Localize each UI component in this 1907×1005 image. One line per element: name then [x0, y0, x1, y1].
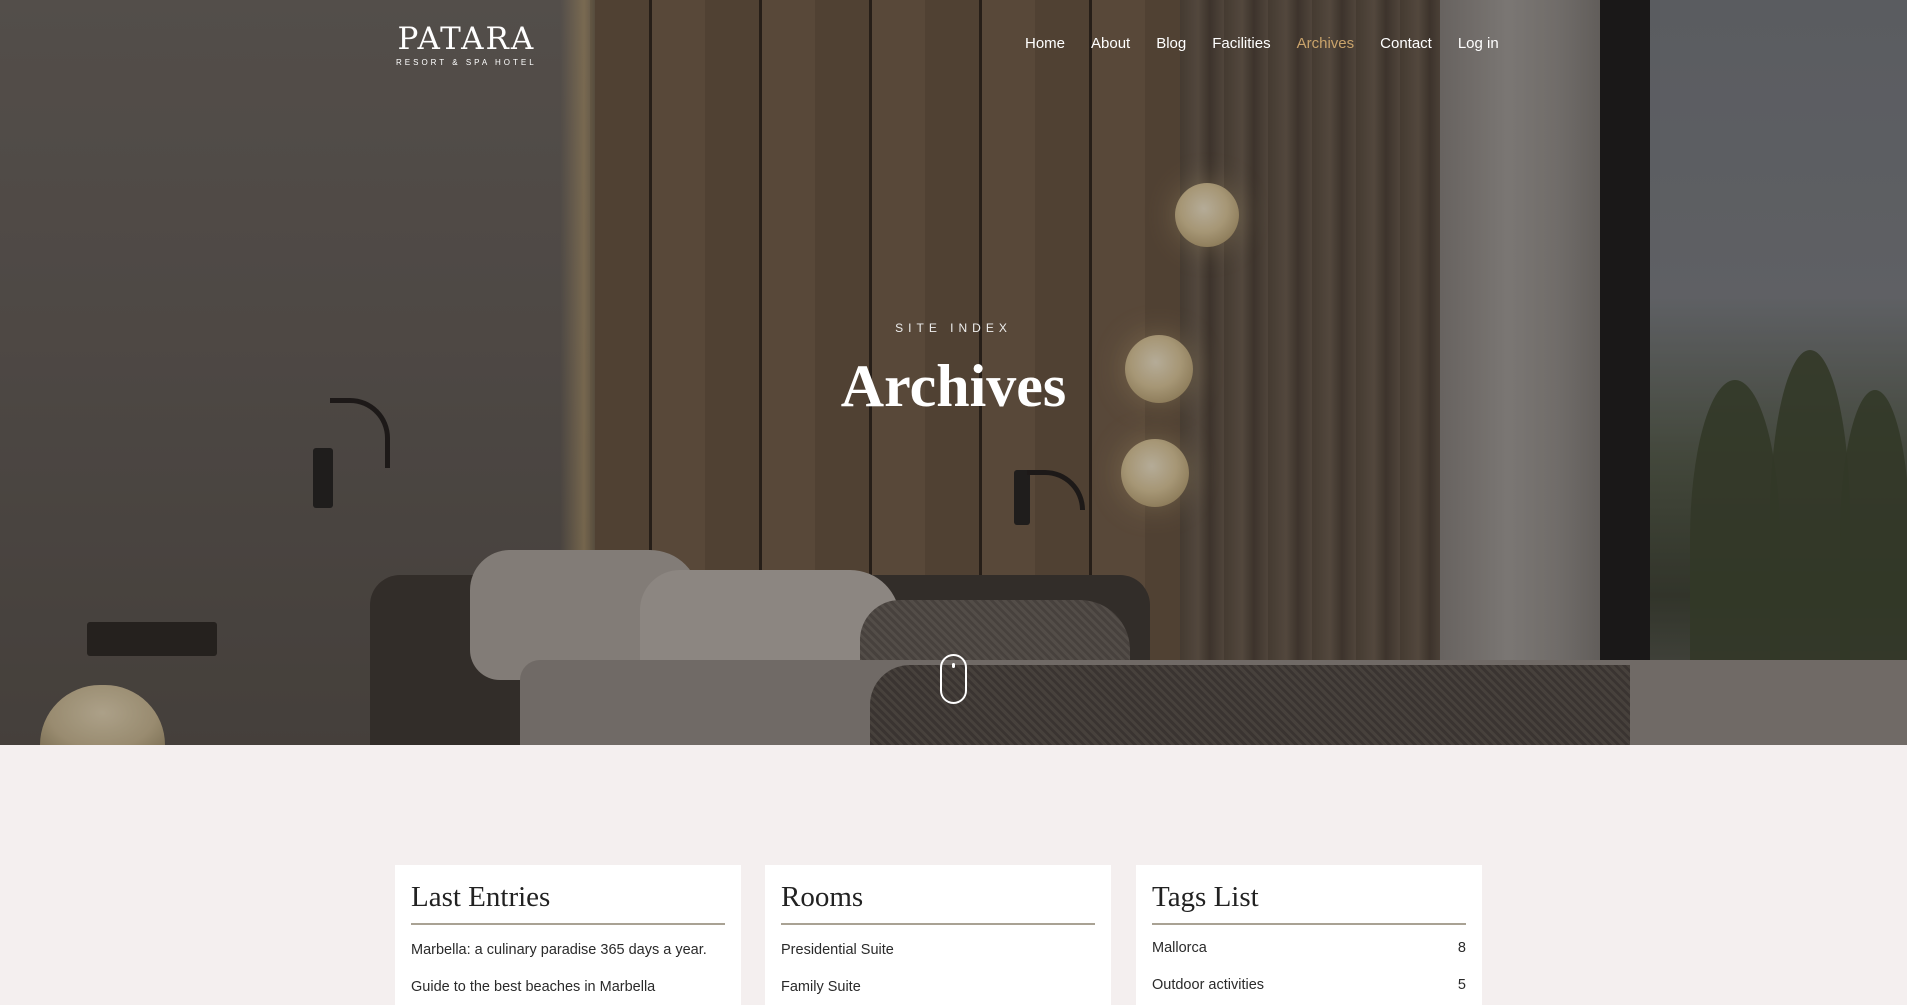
room-link[interactable]: Family Suite: [781, 978, 861, 997]
list-item[interactable]: Marbella: a culinary paradise 365 days a…: [411, 941, 725, 960]
rooms-title: Rooms: [781, 882, 1095, 925]
tag-count: 8: [1457, 940, 1466, 956]
nav-about[interactable]: About: [1091, 34, 1130, 54]
nav-blog[interactable]: Blog: [1156, 34, 1186, 54]
rooms-list: Presidential Suite Family Suite: [781, 941, 1095, 997]
nav-home[interactable]: Home: [1025, 34, 1065, 54]
room-link[interactable]: Presidential Suite: [781, 941, 894, 960]
entry-link[interactable]: Marbella: a culinary paradise 365 days a…: [411, 941, 707, 960]
logo-tagline: RESORT & SPA HOTEL: [396, 58, 537, 67]
hero-eyebrow: SITE INDEX: [895, 321, 1012, 335]
entry-link[interactable]: Guide to the best beaches in Marbella: [411, 978, 655, 997]
last-entries-title: Last Entries: [411, 882, 725, 925]
nav-login[interactable]: Log in: [1458, 34, 1499, 54]
rooms-card: Rooms Presidential Suite Family Suite: [765, 865, 1111, 1005]
nav-facilities[interactable]: Facilities: [1212, 34, 1270, 54]
last-entries-card: Last Entries Marbella: a culinary paradi…: [395, 865, 741, 1005]
list-item[interactable]: Presidential Suite: [781, 941, 1095, 960]
tags-card: Tags List Mallorca 8 Outdoor activities 5: [1136, 865, 1482, 1005]
list-item[interactable]: Guide to the best beaches in Marbella: [411, 978, 725, 997]
tags-title: Tags List: [1152, 882, 1466, 925]
logo-name: PATARA: [397, 21, 536, 57]
list-item[interactable]: Outdoor activities 5: [1152, 976, 1466, 995]
tag-count: 5: [1457, 977, 1466, 993]
tag-link[interactable]: Mallorca: [1152, 939, 1207, 958]
tags-list: Mallorca 8 Outdoor activities 5: [1152, 939, 1466, 995]
tag-link[interactable]: Outdoor activities: [1152, 976, 1264, 995]
hero-banner: PATARA RESORT & SPA HOTEL Home About Blo…: [0, 0, 1907, 745]
scroll-down-icon[interactable]: [940, 654, 967, 704]
main-nav: Home About Blog Facilities Archives Cont…: [1025, 34, 1525, 54]
scroll-indicator-dot: [952, 663, 955, 668]
list-item[interactable]: Family Suite: [781, 978, 1095, 997]
last-entries-list: Marbella: a culinary paradise 365 days a…: [411, 941, 725, 997]
nav-archives[interactable]: Archives: [1297, 34, 1355, 54]
list-item[interactable]: Mallorca 8: [1152, 939, 1466, 958]
page-title: Archives: [840, 353, 1067, 419]
logo[interactable]: PATARA RESORT & SPA HOTEL: [396, 22, 537, 67]
nav-contact[interactable]: Contact: [1380, 34, 1432, 54]
